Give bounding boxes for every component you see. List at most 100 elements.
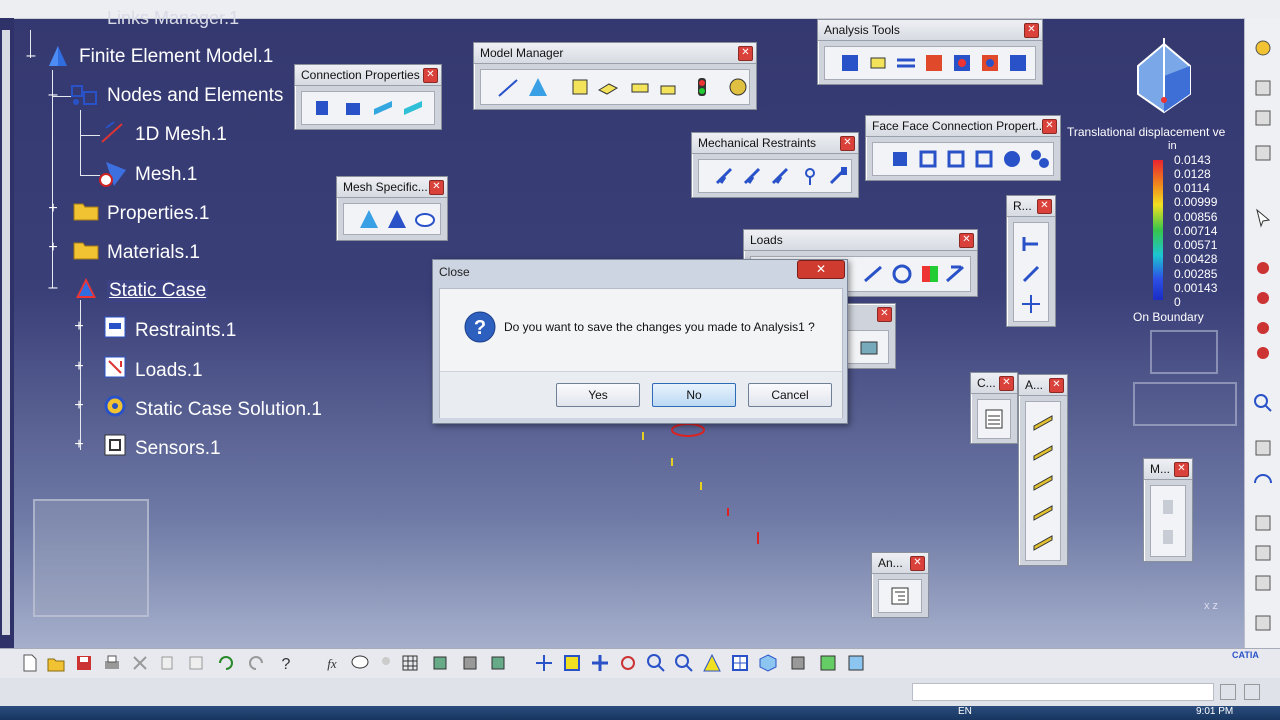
- close-icon[interactable]: ✕: [999, 376, 1014, 391]
- load-icon[interactable]: [919, 263, 941, 285]
- tool-icon[interactable]: [1253, 613, 1273, 633]
- mesh-1d-icon[interactable]: [497, 76, 519, 98]
- fly-mode-icon[interactable]: [534, 653, 554, 673]
- normal-view-icon[interactable]: [702, 653, 722, 673]
- close-icon[interactable]: ✕: [738, 46, 753, 61]
- iso-view-icon[interactable]: [758, 653, 778, 673]
- fit-all-icon[interactable]: [562, 653, 582, 673]
- result-icon[interactable]: [1020, 263, 1042, 285]
- yes-button[interactable]: Yes: [556, 383, 640, 407]
- expand-icon[interactable]: +: [46, 201, 60, 217]
- restraint-icon[interactable]: [827, 165, 849, 187]
- face-connection-icon[interactable]: [1029, 148, 1051, 170]
- tree-node-1d-mesh[interactable]: 1D Mesh.1: [135, 124, 227, 146]
- close-icon[interactable]: ✕: [910, 556, 925, 571]
- connection-icon[interactable]: [402, 97, 424, 119]
- tool-icon[interactable]: [1253, 258, 1273, 278]
- tree-scrollbar[interactable]: [2, 30, 10, 635]
- cancel-button[interactable]: Cancel: [748, 383, 832, 407]
- image-icon[interactable]: [1032, 532, 1054, 554]
- result-icon[interactable]: [1020, 293, 1042, 315]
- analysis-tool-icon[interactable]: [867, 52, 889, 74]
- mesh-part-icon[interactable]: [358, 208, 380, 230]
- collapse-icon[interactable]: –: [46, 280, 60, 296]
- face-connection-icon[interactable]: [945, 148, 967, 170]
- load-icon[interactable]: [891, 263, 913, 285]
- tool-icon[interactable]: [1253, 78, 1273, 98]
- tree-node-static-case-solution[interactable]: Static Case Solution.1: [135, 399, 322, 421]
- measure-icon[interactable]: [1157, 526, 1179, 548]
- image-icon[interactable]: [1032, 502, 1054, 524]
- tree-node-mesh[interactable]: Mesh.1: [135, 164, 197, 186]
- tree-node-properties[interactable]: Properties.1: [107, 203, 209, 225]
- connection-icon[interactable]: [342, 97, 364, 119]
- help-icon[interactable]: ?: [276, 653, 296, 673]
- face-connection-icon[interactable]: [1001, 148, 1023, 170]
- tree-view-icon[interactable]: [889, 585, 911, 607]
- tree-node-fem-model[interactable]: Finite Element Model.1: [79, 46, 273, 68]
- tool-icon[interactable]: [1253, 438, 1273, 458]
- hide-show-icon[interactable]: [818, 653, 838, 673]
- image-icon[interactable]: [1032, 472, 1054, 494]
- tree-node-loads[interactable]: Loads.1: [135, 360, 203, 382]
- close-icon[interactable]: ✕: [877, 307, 892, 322]
- close-icon[interactable]: ✕: [1174, 462, 1189, 477]
- tool-icon[interactable]: [430, 653, 450, 673]
- tetra-mesher-icon[interactable]: [527, 76, 549, 98]
- image-icon[interactable]: [1032, 412, 1054, 434]
- calculator-icon[interactable]: [983, 408, 1005, 430]
- sphere-icon[interactable]: [727, 76, 749, 98]
- cut-icon[interactable]: [130, 653, 150, 673]
- mesh-part-icon[interactable]: [414, 208, 436, 230]
- restore-icon[interactable]: [1220, 684, 1236, 700]
- tool-icon[interactable]: [1253, 343, 1273, 363]
- tool-icon[interactable]: [488, 653, 508, 673]
- mesh-part-icon[interactable]: [386, 208, 408, 230]
- collapse-icon[interactable]: –: [46, 87, 60, 103]
- rotate-icon[interactable]: [618, 653, 638, 673]
- octree-mesher-icon[interactable]: [569, 76, 591, 98]
- tool-icon[interactable]: [1253, 288, 1273, 308]
- material-icon[interactable]: [691, 76, 713, 98]
- zoom-in-icon[interactable]: [646, 653, 666, 673]
- open-folder-icon[interactable]: [46, 653, 66, 673]
- close-icon[interactable]: ✕: [959, 233, 974, 248]
- restraint-icon[interactable]: [799, 165, 821, 187]
- restraint-icon[interactable]: [713, 165, 735, 187]
- tool-icon[interactable]: [1253, 143, 1273, 163]
- tree-node-sensors[interactable]: Sensors.1: [135, 438, 221, 460]
- compass-widget[interactable]: [33, 499, 149, 617]
- paste-icon[interactable]: [186, 653, 206, 673]
- select-arrow-icon[interactable]: [1253, 208, 1273, 228]
- grid-icon[interactable]: [400, 653, 420, 673]
- close-icon[interactable]: ✕: [429, 180, 444, 195]
- close-icon[interactable]: ✕: [423, 68, 438, 83]
- comment-icon[interactable]: [350, 653, 370, 673]
- tool-icon[interactable]: [1253, 543, 1273, 563]
- swap-space-icon[interactable]: [846, 653, 866, 673]
- zoom-out-icon[interactable]: [674, 653, 694, 673]
- face-connection-icon[interactable]: [889, 148, 911, 170]
- pan-icon[interactable]: [590, 653, 610, 673]
- save-icon[interactable]: [74, 653, 94, 673]
- analysis-tool-icon[interactable]: [923, 52, 945, 74]
- command-input[interactable]: [912, 683, 1214, 701]
- undo-icon[interactable]: [216, 653, 236, 673]
- property-icon[interactable]: [657, 76, 679, 98]
- multi-view-icon[interactable]: [730, 653, 750, 673]
- expand-icon[interactable]: +: [72, 359, 86, 375]
- restraint-icon[interactable]: [769, 165, 791, 187]
- tool-icon[interactable]: [460, 653, 480, 673]
- analysis-tool-icon[interactable]: [895, 52, 917, 74]
- tree-node-nodes-elements[interactable]: Nodes and Elements: [107, 85, 283, 107]
- zoom-icon[interactable]: [1253, 393, 1273, 413]
- tool-icon[interactable]: [858, 336, 880, 358]
- face-connection-icon[interactable]: [973, 148, 995, 170]
- orientation-compass-icon[interactable]: [1134, 36, 1194, 116]
- analysis-tool-icon[interactable]: [979, 52, 1001, 74]
- tree-node-static-case[interactable]: Static Case: [107, 280, 209, 302]
- dialog-close-button[interactable]: ✕: [797, 260, 845, 279]
- close-icon[interactable]: ✕: [1024, 23, 1039, 38]
- face-connection-icon[interactable]: [917, 148, 939, 170]
- print-icon[interactable]: [102, 653, 122, 673]
